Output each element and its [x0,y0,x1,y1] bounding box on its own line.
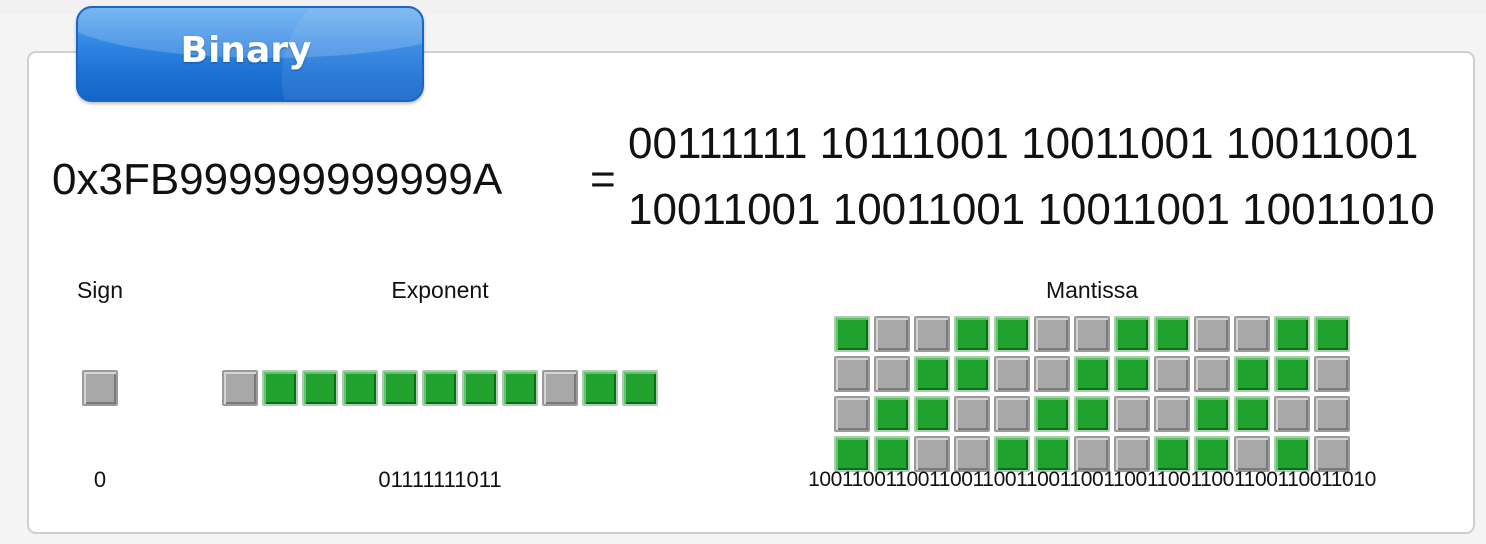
exponent-bit-10[interactable] [622,370,658,406]
mantissa-bit-20[interactable] [1114,356,1150,392]
exponent-value: 01111111011 [378,467,502,492]
binary-line-1: 00111111 10111001 10011001 10011001 [628,119,1419,168]
mantissa-bit-36[interactable] [1234,396,1270,432]
mantissa-bit-12[interactable] [1314,316,1350,352]
exponent-bit-6[interactable] [462,370,498,406]
mantissa-value: 1001100110011001100110011001100110011001… [808,468,1376,491]
mantissa-bit-31[interactable] [1034,396,1070,432]
mantissa-bit-8[interactable] [1154,316,1190,352]
exponent-bit-3[interactable] [342,370,378,406]
mantissa-bit-17[interactable] [994,356,1030,392]
exponent-bit-2[interactable] [302,370,338,406]
mantissa-bit-14[interactable] [874,356,910,392]
exponent-bit-8[interactable] [542,370,578,406]
exponent-bit-5[interactable] [422,370,458,406]
mantissa-bit-6[interactable] [1074,316,1110,352]
mantissa-bit-16[interactable] [954,356,990,392]
sign-bit-0[interactable] [82,370,118,406]
exponent-bit-7[interactable] [502,370,538,406]
mantissa-bit-5[interactable] [1034,316,1070,352]
binary-line-2: 10011001 10011001 10011001 10011010 [628,185,1435,234]
mantissa-bit-33[interactable] [1114,396,1150,432]
mantissa-bit-35[interactable] [1194,396,1230,432]
exponent-label: Exponent [391,277,489,303]
mantissa-bit-29[interactable] [954,396,990,432]
mantissa-bit-9[interactable] [1194,316,1230,352]
binary-tab-label: Binary [180,30,312,71]
mantissa-bit-2[interactable] [914,316,950,352]
binary-tab[interactable]: Binary [76,6,424,102]
mantissa-bit-25[interactable] [1314,356,1350,392]
exponent-bit-4[interactable] [382,370,418,406]
mantissa-bit-28[interactable] [914,396,950,432]
mantissa-bit-22[interactable] [1194,356,1230,392]
mantissa-bit-30[interactable] [994,396,1030,432]
mantissa-bit-38[interactable] [1314,396,1350,432]
mantissa-bit-10[interactable] [1234,316,1270,352]
mantissa-bit-23[interactable] [1234,356,1270,392]
exponent-bit-0[interactable] [222,370,258,406]
mantissa-bit-34[interactable] [1154,396,1190,432]
mantissa-bit-15[interactable] [914,356,950,392]
mantissa-bit-3[interactable] [954,316,990,352]
mantissa-bit-11[interactable] [1274,316,1310,352]
mantissa-bit-0[interactable] [834,316,870,352]
sign-label: Sign [76,277,124,303]
mantissa-bit-19[interactable] [1074,356,1110,392]
equals-sign: = [590,155,616,204]
exponent-bit-1[interactable] [262,370,298,406]
mantissa-bit-32[interactable] [1074,396,1110,432]
mantissa-bit-18[interactable] [1034,356,1070,392]
mantissa-bit-4[interactable] [994,316,1030,352]
mantissa-bit-26[interactable] [834,396,870,432]
mantissa-bit-37[interactable] [1274,396,1310,432]
mantissa-bit-24[interactable] [1274,356,1310,392]
exponent-bit-9[interactable] [582,370,618,406]
mantissa-bit-1[interactable] [874,316,910,352]
mantissa-bit-21[interactable] [1154,356,1190,392]
mantissa-bit-13[interactable] [834,356,870,392]
sign-value: 0 [93,467,107,492]
mantissa-bit-7[interactable] [1114,316,1150,352]
hex-value: 0x3FB999999999999A [52,155,503,204]
mantissa-label: Mantissa [1045,277,1139,303]
mantissa-bit-27[interactable] [874,396,910,432]
